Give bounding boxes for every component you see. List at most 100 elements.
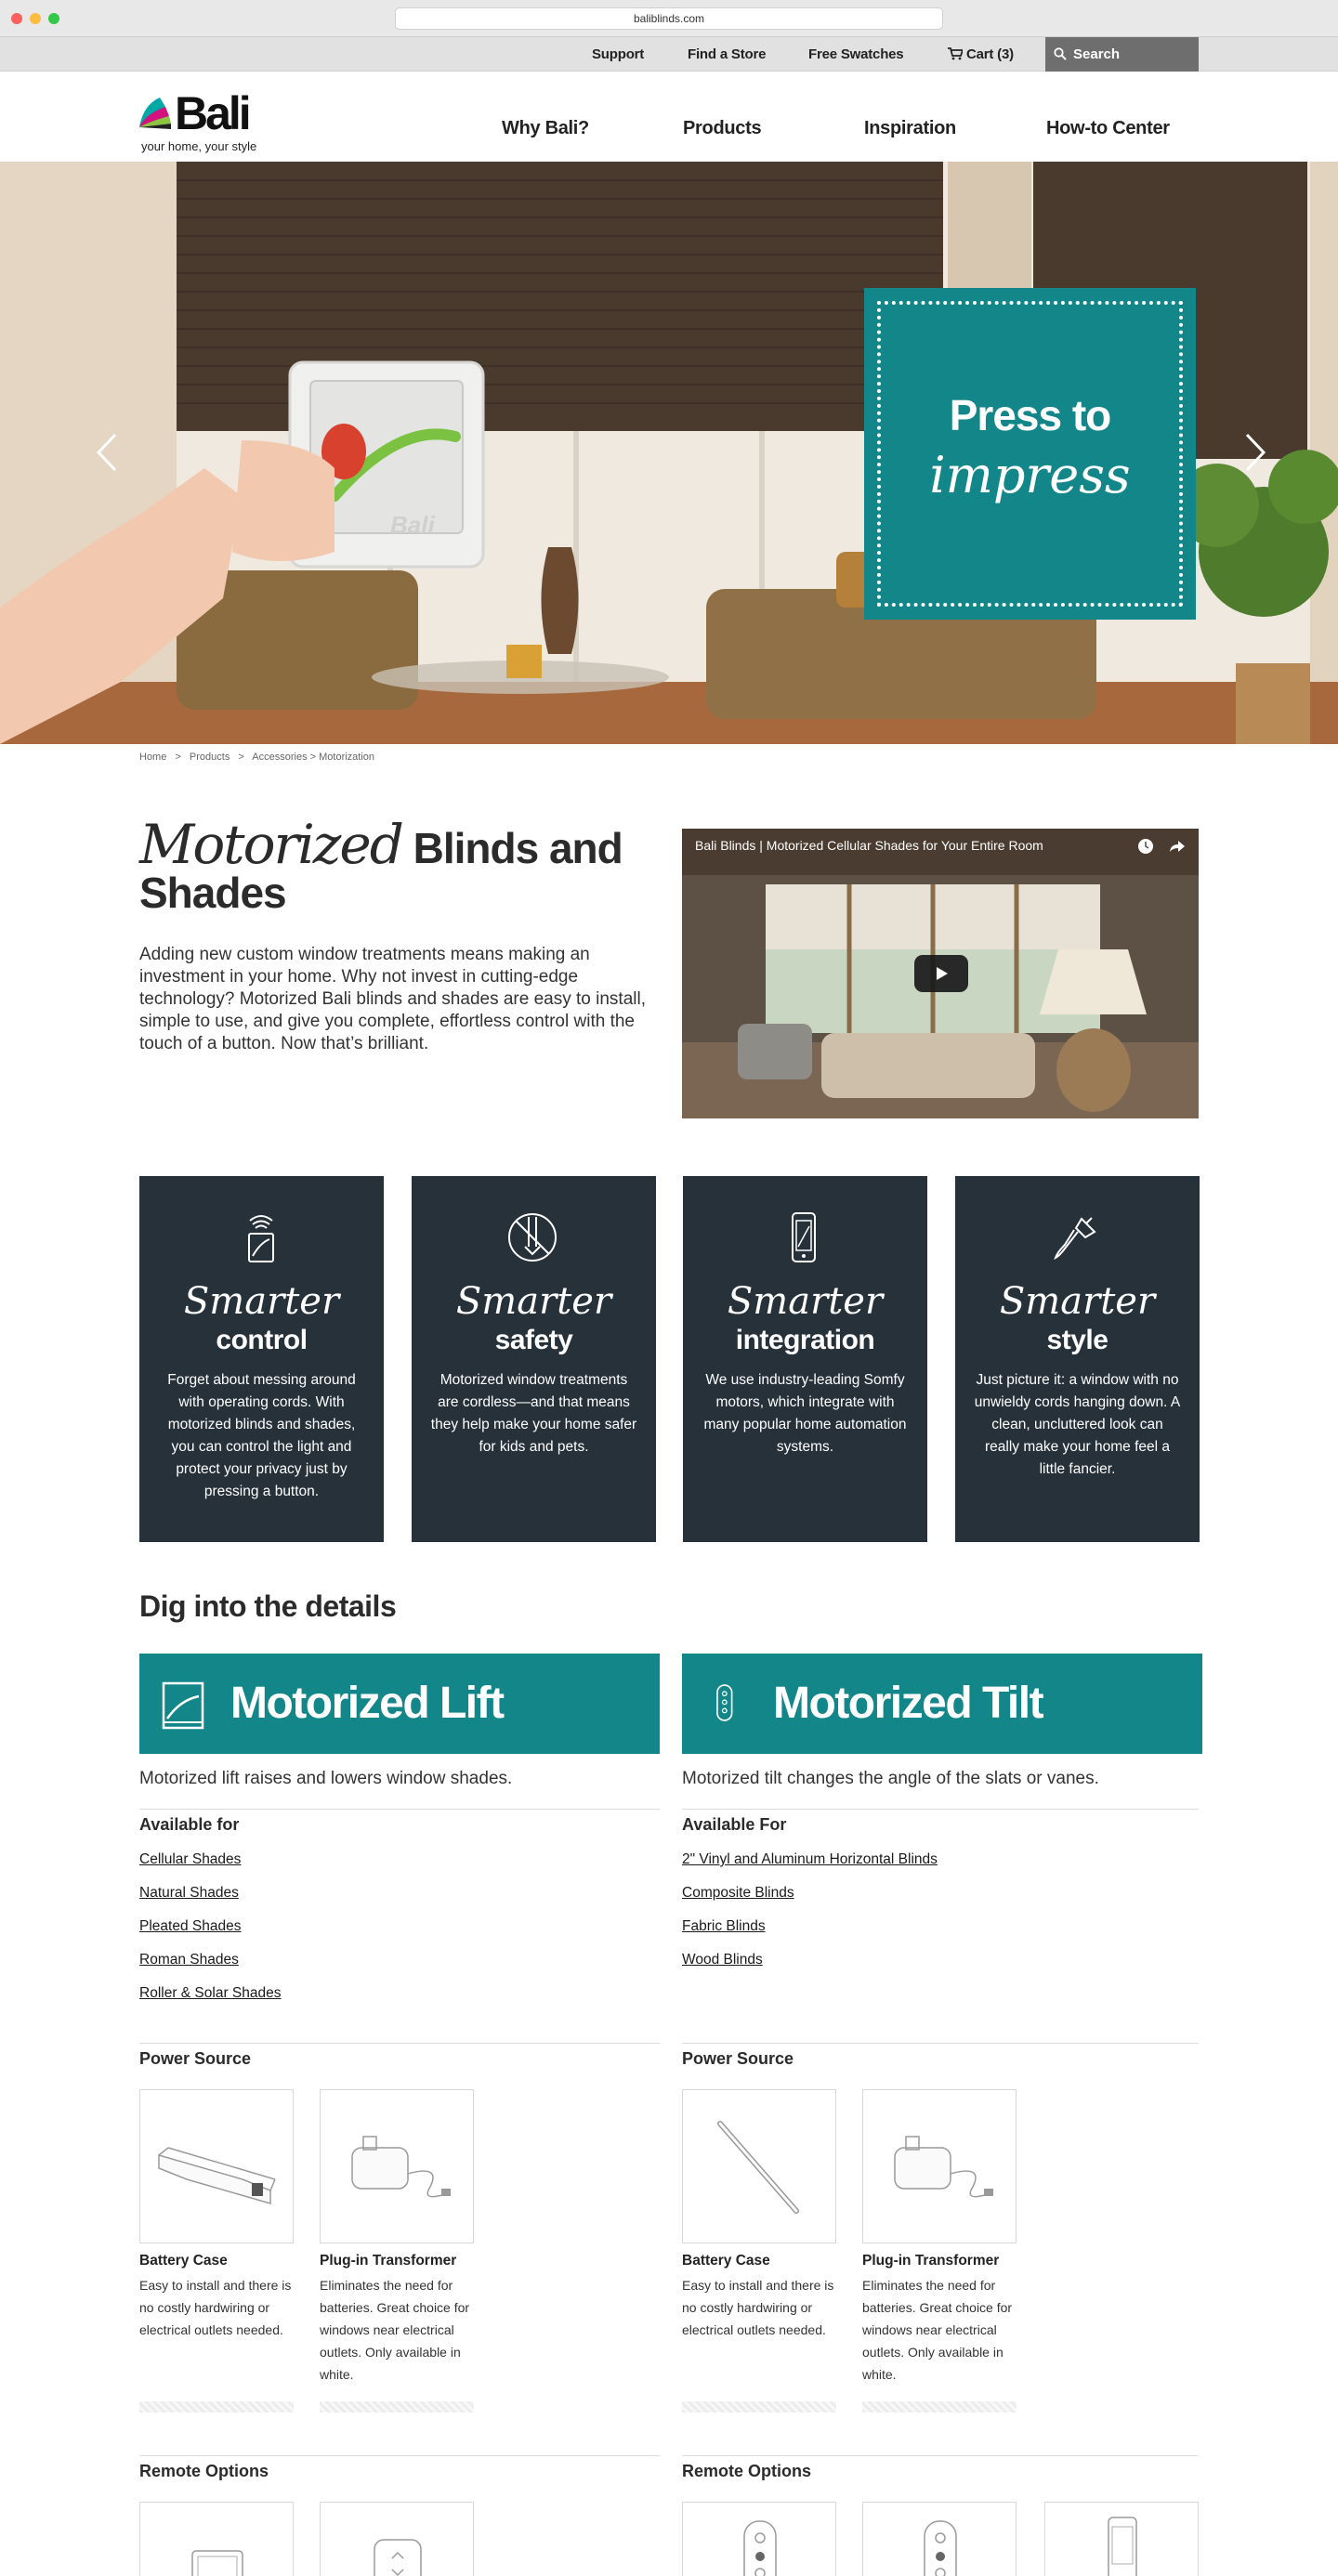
hero-promo-box[interactable]: Press to impress — [864, 288, 1196, 620]
feature-script: Smarter — [183, 1280, 340, 1323]
feature-card-safety: Smarter safety Motorized window treatmen… — [412, 1176, 656, 1542]
site-header: Bali your home, your style Why Bali? Pro… — [0, 72, 1338, 162]
search-placeholder: Search — [1073, 46, 1121, 62]
video-title[interactable]: Bali Blinds | Motorized Cellular Shades … — [695, 838, 1043, 853]
divider-stripe — [862, 2401, 1017, 2413]
free-swatches-link[interactable]: Free Swatches — [808, 37, 904, 72]
tilt-remote-heading: Remote Options — [682, 2462, 812, 2480]
hero-carousel: Bali Press to impress — [0, 162, 1338, 744]
tilt-power-heading: Power Source — [682, 2049, 794, 2068]
feature-heading: style — [1046, 1325, 1108, 1355]
breadcrumb-separator: > — [175, 752, 181, 763]
title-script: Motorized — [139, 813, 404, 876]
feature-description: We use industry-leading Somfy motors, wh… — [703, 1372, 907, 1455]
breadcrumb-current[interactable]: Accessories > Motorization — [252, 752, 374, 763]
tilt-remote-option[interactable] — [682, 2502, 836, 2576]
watch-later-icon[interactable] — [1137, 838, 1154, 855]
carousel-next-arrow-icon[interactable] — [1241, 431, 1269, 474]
lift-remote-option[interactable] — [320, 2502, 474, 2576]
link-fabric-blinds[interactable]: Fabric Blinds — [682, 1918, 766, 1935]
browser-toolbar: baliblinds.com — [0, 0, 1338, 37]
feature-card-integration: Smarter integration We use industry-lead… — [683, 1176, 927, 1542]
remote-control-icon — [743, 2520, 777, 2576]
link-pleated-shades[interactable]: Pleated Shades — [139, 1918, 241, 1935]
nav-how-to-center[interactable]: How-to Center — [1046, 118, 1170, 139]
power-option-description: Eliminates the need for batteries. Great… — [862, 2278, 1013, 2382]
remote-control-icon — [924, 2520, 957, 2576]
device-brand-label: Bali — [390, 511, 435, 539]
page-title: Motorized Blinds and Shades — [139, 817, 660, 915]
lift-available-heading: Available for — [139, 1815, 240, 1834]
play-icon — [937, 967, 948, 980]
tilt-remote-icon — [716, 1684, 733, 1721]
divider — [139, 1809, 660, 1810]
lift-battery-case-image[interactable] — [139, 2089, 294, 2243]
breadcrumb: Home > Products > Accessories > Motoriza… — [139, 752, 380, 763]
share-icon[interactable] — [1169, 838, 1186, 855]
maximize-window-button[interactable] — [48, 13, 59, 24]
tilt-battery-wand-image[interactable] — [682, 2089, 836, 2243]
divider — [682, 1809, 1199, 1810]
feature-script: Smarter — [455, 1280, 612, 1323]
link-roller-solar-shades[interactable]: Roller & Solar Shades — [139, 1985, 282, 2002]
link-natural-shades[interactable]: Natural Shades — [139, 1885, 239, 1902]
battery-case-icon — [158, 2147, 276, 2204]
battery-wand-icon — [717, 2121, 799, 2214]
divider — [139, 2043, 660, 2044]
minimize-window-button[interactable] — [30, 13, 41, 24]
divider-stripe — [320, 2401, 474, 2413]
link-cellular-shades[interactable]: Cellular Shades — [139, 1851, 241, 1868]
lift-remote-heading: Remote Options — [139, 2462, 269, 2480]
promo-script: impress — [929, 446, 1131, 504]
divider-stripe — [139, 2401, 294, 2413]
carousel-prev-arrow-icon[interactable] — [93, 431, 121, 474]
power-option-name: Plug-in Transformer — [320, 2253, 457, 2269]
find-store-link[interactable]: Find a Store — [688, 37, 766, 72]
lift-shade-icon — [162, 1681, 204, 1730]
breadcrumb-separator: > — [238, 752, 244, 763]
close-window-button[interactable] — [11, 13, 22, 24]
promo-headline: Press to — [949, 391, 1112, 439]
wall-switch-icon — [191, 2550, 243, 2576]
no-cords-icon — [508, 1213, 557, 1262]
power-option-description: Eliminates the need for batteries. Great… — [320, 2278, 470, 2382]
feature-card-style: Smarter style Just picture it: a window … — [955, 1176, 1200, 1542]
bali-logo[interactable]: Bali your home, your style — [138, 87, 286, 157]
tilt-remote-option[interactable] — [862, 2502, 1017, 2576]
link-composite-blinds[interactable]: Composite Blinds — [682, 1885, 794, 1902]
cart-label: Cart (3) — [966, 46, 1014, 62]
breadcrumb-home[interactable]: Home — [139, 752, 166, 763]
tilt-plug-transformer-image[interactable] — [862, 2089, 1017, 2243]
nav-why-bali[interactable]: Why Bali? — [502, 118, 589, 139]
lift-plug-transformer-image[interactable] — [320, 2089, 474, 2243]
handheld-remote-icon — [374, 2539, 422, 2576]
address-bar[interactable]: baliblinds.com — [395, 7, 943, 30]
cart-link[interactable]: Cart (3) — [948, 37, 1014, 72]
tilt-description: Motorized tilt changes the angle of the … — [682, 1769, 1099, 1788]
nav-inspiration[interactable]: Inspiration — [864, 118, 956, 139]
link-roman-shades[interactable]: Roman Shades — [139, 1952, 239, 1968]
feature-description: Motorized window treatments are cordless… — [430, 1372, 637, 1455]
search-input[interactable]: Search — [1045, 37, 1199, 72]
feature-description: Just picture it: a window with no unwiel… — [974, 1372, 1181, 1477]
video-actions — [1137, 838, 1186, 859]
lift-power-heading: Power Source — [139, 2049, 252, 2068]
play-button[interactable] — [914, 955, 968, 992]
cart-icon — [948, 47, 963, 60]
remote-signal-icon — [248, 1215, 274, 1262]
breadcrumb-products[interactable]: Products — [190, 752, 230, 763]
logo-mark-icon — [139, 98, 171, 129]
link-vinyl-aluminum-blinds[interactable]: 2" Vinyl and Aluminum Horizontal Blinds — [682, 1851, 938, 1868]
smartphone-app-icon — [1108, 2517, 1137, 2576]
divider-stripe — [682, 2401, 836, 2413]
video-player[interactable]: Bali Blinds | Motorized Cellular Shades … — [682, 829, 1199, 1118]
feature-script: Smarter — [727, 1280, 884, 1323]
tilt-remote-option[interactable] — [1044, 2502, 1199, 2576]
intro-paragraph: Adding new custom window treatments mean… — [139, 945, 646, 1053]
nav-products[interactable]: Products — [683, 118, 762, 139]
divider — [139, 2455, 660, 2456]
link-wood-blinds[interactable]: Wood Blinds — [682, 1952, 763, 1968]
feature-script: Smarter — [999, 1280, 1156, 1323]
support-link[interactable]: Support — [592, 37, 644, 72]
lift-remote-option[interactable] — [139, 2502, 294, 2576]
